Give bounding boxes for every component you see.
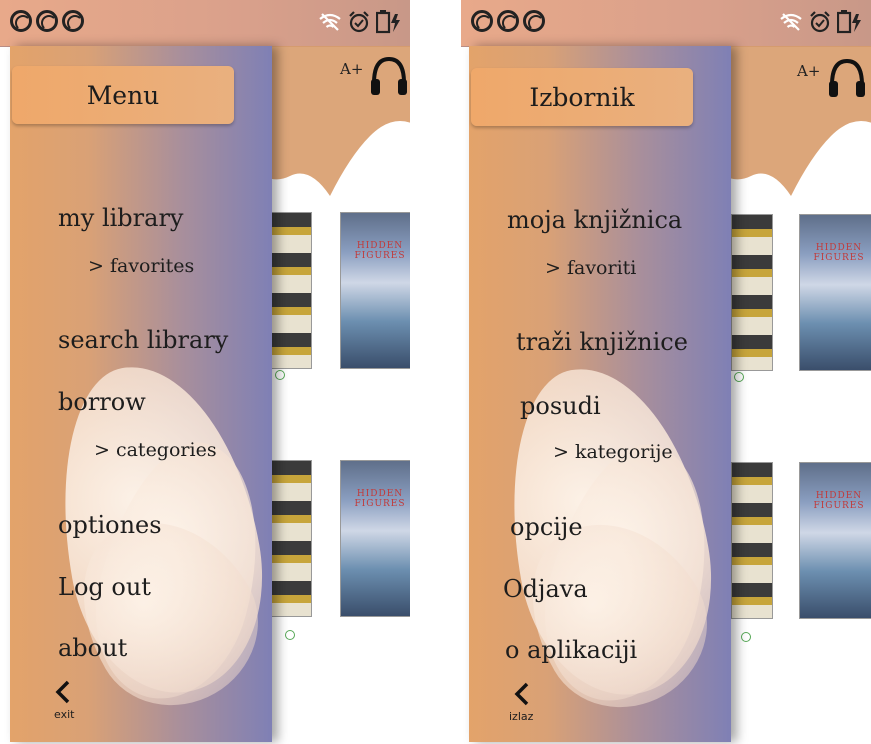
book-cover[interactable]	[799, 462, 871, 619]
drawer-title: Menu	[12, 66, 234, 124]
menu-subitem-favorites[interactable]: > favoriti	[545, 257, 636, 279]
menu-item-borrow[interactable]: borrow	[58, 388, 146, 416]
menu-item-my-library[interactable]: moja knjižnica	[507, 206, 682, 234]
menu-item-log-out[interactable]: Odjava	[503, 575, 588, 603]
font-size-button[interactable]: A+	[797, 62, 820, 80]
battery-charging-icon	[376, 10, 400, 34]
phone-screen-croatian: A+ Izbornik moja knjižnica > favoriti tr…	[461, 0, 871, 744]
menu-item-log-out[interactable]: Log out	[58, 573, 151, 601]
indicator-dot	[741, 632, 751, 642]
book-cover[interactable]	[270, 460, 312, 617]
wifi-off-icon	[780, 13, 802, 31]
status-bar	[461, 0, 871, 47]
headphones-icon[interactable]	[827, 57, 867, 99]
menu-item-about[interactable]: o aplikaciji	[505, 636, 637, 664]
headphones-icon[interactable]	[369, 55, 409, 97]
menu-item-options[interactable]: opcije	[510, 513, 583, 541]
indicator-dot	[275, 370, 285, 380]
wifi-off-icon	[319, 13, 341, 31]
navigation-drawer: Menu my library > favorites search libra…	[10, 46, 272, 742]
battery-charging-icon	[837, 10, 861, 34]
menu-item-search-library[interactable]: search library	[58, 326, 228, 354]
chevron-left-icon[interactable]	[54, 680, 72, 704]
indicator-dot	[285, 630, 295, 640]
book-cover[interactable]	[731, 462, 773, 619]
status-bar	[0, 0, 410, 47]
notification-icon	[471, 10, 493, 32]
notification-icons	[471, 10, 545, 32]
menu-item-about[interactable]: about	[58, 634, 127, 662]
menu-item-my-library[interactable]: my library	[58, 204, 183, 232]
font-size-button[interactable]: A+	[340, 60, 363, 78]
phone-screen-english: A+ Menu my library > favorites search li…	[0, 0, 410, 744]
navigation-drawer: Izbornik moja knjižnica > favoriti traži…	[469, 46, 731, 742]
exit-label[interactable]: izlaz	[509, 710, 533, 723]
menu-subitem-favorites[interactable]: > favorites	[88, 255, 194, 277]
book-cover[interactable]	[731, 214, 773, 371]
book-cover[interactable]	[799, 214, 871, 371]
drawer-title: Izbornik	[471, 68, 693, 126]
book-cover[interactable]	[340, 212, 410, 369]
book-cover[interactable]	[340, 460, 410, 617]
menu-item-search-library[interactable]: traži knjižnice	[516, 328, 688, 356]
menu-item-options[interactable]: optiones	[58, 511, 162, 539]
book-cover[interactable]	[270, 212, 312, 369]
menu-subitem-categories[interactable]: > categories	[94, 439, 217, 461]
notification-icon	[10, 10, 32, 32]
menu-item-borrow[interactable]: posudi	[520, 392, 601, 420]
alarm-clock-icon	[349, 11, 369, 33]
notification-icons	[10, 10, 84, 32]
alarm-clock-icon	[810, 11, 830, 33]
notification-icon	[497, 10, 519, 32]
exit-label[interactable]: exit	[54, 708, 74, 721]
notification-icon	[523, 10, 545, 32]
notification-icon	[62, 10, 84, 32]
indicator-dot	[734, 372, 744, 382]
chevron-left-icon[interactable]	[513, 682, 531, 706]
notification-icon	[36, 10, 58, 32]
menu-subitem-categories[interactable]: > kategorije	[553, 441, 673, 463]
